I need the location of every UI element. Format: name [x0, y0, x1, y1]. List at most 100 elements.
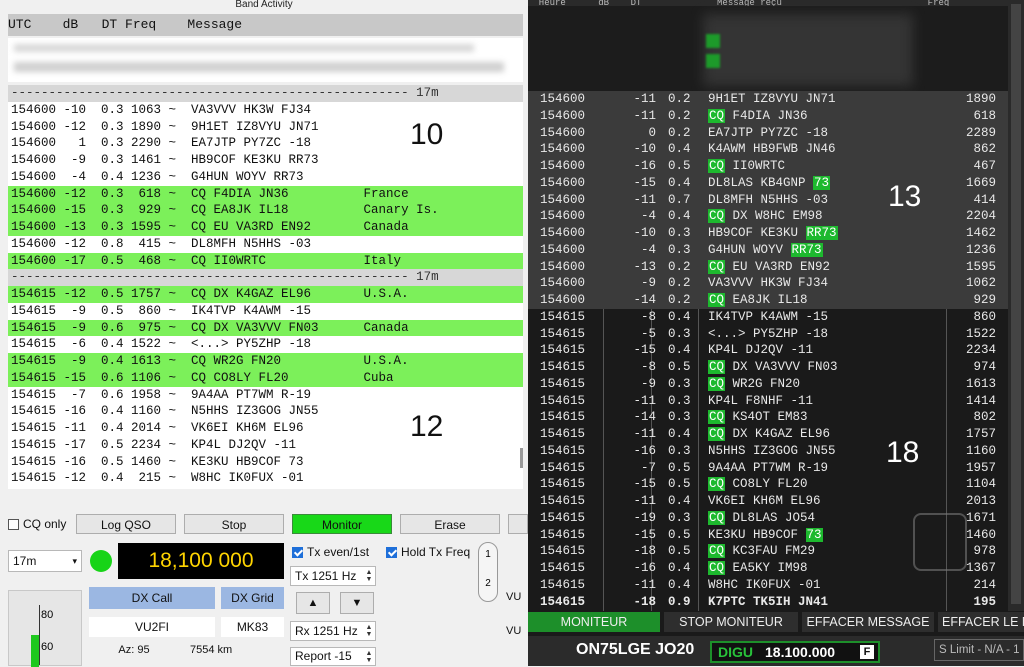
tx-even-checkbox[interactable]: Tx even/1st	[292, 545, 369, 559]
meter-label-60: 60	[41, 641, 54, 653]
band-activity-list[interactable]: ----------------------------------------…	[8, 85, 523, 489]
decoded-row[interactable]: 154600 0 0.2 EA7JTP PY7ZC -18 2289	[528, 124, 1008, 142]
decoded-row[interactable]: 154615 -11 0.4 CQ DX K4GAZ EL96 1757	[528, 426, 1008, 443]
decoded-row[interactable]: 154600 -10 0.4 K4AWM HB9FWB JN46 862	[528, 141, 1008, 158]
row-time: 154600	[540, 259, 586, 274]
monitor-button[interactable]: Monitor	[292, 514, 392, 534]
decoded-row[interactable]: 154615 -5 0.3 <...> PY5ZHP -18 1522	[528, 326, 1008, 343]
decoded-row[interactable]: 154615 -16 0.3 N5HHS IZ3GOG JN55 1160	[528, 443, 1008, 460]
monitor-tab[interactable]: MONITEUR	[528, 612, 660, 632]
message-text: W8HC IK0FUX -01	[708, 577, 821, 592]
decoded-row[interactable]: 154615 -8 0.4 IK4TVP K4AWM -15 860	[528, 309, 1008, 326]
message-row[interactable]: 154615 -17 0.5 2234 ~ KP4L DJ2QV -11	[8, 437, 523, 454]
decoded-row[interactable]: 154600 -11 0.2 9H1ET IZ8VYU JN71 1890	[528, 91, 1008, 108]
decoded-row[interactable]: 154600 -4 0.3 G4HUN WOYV RR73 1236	[528, 241, 1008, 259]
erase-button[interactable]: Erase	[400, 514, 500, 534]
row-dt: 0.2	[668, 293, 691, 307]
decoded-row[interactable]: 154600 -16 0.5 CQ II0WRTC 467	[528, 158, 1008, 175]
decoded-row[interactable]: 154615 -18 0.9 K7PTC TK5IH JN41 195	[528, 594, 1008, 611]
cq-only-checkbox[interactable]: CQ only	[8, 517, 66, 531]
message-row[interactable]: 154615 -9 0.4 1613 ~ CQ WR2G FN20 U.S.A.	[8, 353, 523, 370]
row-message: CQ EA5KY IM98	[708, 560, 808, 577]
decoded-row[interactable]: 154615 -9 0.3 CQ WR2G FN20 1613	[528, 376, 1008, 393]
rx-frequency-spinbox[interactable]: Rx 1251 Hz ▲ ▼	[290, 621, 376, 641]
s-limit-field[interactable]: S Limit - N/A - 1	[934, 639, 1024, 661]
more-button[interactable]	[508, 514, 528, 534]
row-time: 154615	[540, 376, 586, 391]
filter-icon[interactable]: F	[860, 645, 874, 659]
message-row[interactable]: 154600 -10 0.3 1063 ~ VA3VVV HK3W FJ34	[8, 102, 523, 119]
decoded-row[interactable]: 154600 -14 0.2 CQ EA8JK IL18 929	[528, 292, 1008, 309]
decoded-row[interactable]: 154615 -15 0.4 KP4L DJ2QV -11 2234	[528, 342, 1008, 359]
message-row[interactable]: 154600 -4 0.4 1236 ~ G4HUN WOYV RR73	[8, 169, 523, 186]
decoded-row[interactable]: 154600 -13 0.2 CQ EU VA3RD EN92 1595	[528, 258, 1008, 276]
message-row[interactable]: 154615 -16 0.4 1160 ~ N5HHS IZ3GOG JN55	[8, 403, 523, 420]
down-arrow-button[interactable]: ▼	[340, 592, 374, 614]
decoded-row[interactable]: 154615 -15 0.5 CQ CO8LY FL20 1104	[528, 476, 1008, 493]
spin-arrows-icon[interactable]: ▲ ▼	[364, 624, 374, 638]
band-select[interactable]: 17m ▾	[8, 550, 82, 572]
erase-all-tab[interactable]: EFFACER LE M	[938, 612, 1024, 632]
decoded-row[interactable]: 154600 -11 0.7 DL8MFH N5HHS -03 414	[528, 191, 1008, 209]
spin-arrows-icon[interactable]: ▲ ▼	[364, 650, 374, 664]
message-row[interactable]: 154615 -7 0.6 1958 ~ 9A4AA PT7WM R-19	[8, 387, 523, 404]
tab-2[interactable]: 2	[479, 578, 497, 589]
message-row[interactable]: 154615 -6 0.4 1522 ~ <...> PY5ZHP -18	[8, 336, 523, 353]
decoded-row[interactable]: 154615 -8 0.5 CQ DX VA3VVV FN03 974	[528, 359, 1008, 376]
tab-1[interactable]: 1	[479, 549, 497, 560]
hold-tx-freq-checkbox[interactable]: Hold Tx Freq	[386, 545, 470, 559]
message-row[interactable]: 154600 -13 0.3 1595 ~ CQ EU VA3RD EN92 C…	[8, 219, 523, 236]
stop-monitor-tab[interactable]: STOP MONITEUR	[664, 612, 798, 632]
tx-frequency-spinbox[interactable]: Tx 1251 Hz ▲ ▼	[290, 566, 376, 586]
message-text: CO8LY FL20	[725, 477, 808, 492]
message-row[interactable]: 154615 -12 0.5 1757 ~ CQ DX K4GAZ EL96 U…	[8, 286, 523, 303]
message-row[interactable]: 154615 -9 0.6 975 ~ CQ DX VA3VVV FN03 Ca…	[8, 319, 523, 337]
row-db: -15	[633, 477, 656, 492]
stop-button[interactable]: Stop	[184, 514, 284, 534]
log-qso-button[interactable]: Log QSO	[76, 514, 176, 534]
checkbox-checked-icon	[386, 546, 397, 558]
message-row[interactable]: 154615 -16 0.5 1460 ~ KE3KU HB9COF 73	[8, 454, 523, 471]
row-message: CQ DX W8HC EM98	[708, 208, 823, 225]
decoded-row[interactable]: 154600 -10 0.3 HB9COF KE3KU RR73 1462	[528, 225, 1008, 242]
decoded-row[interactable]: 154615 -11 0.3 KP4L F8NHF -11 1414	[528, 393, 1008, 410]
message-row[interactable]: 154600 1 0.3 2290 ~ EA7JTP PY7ZC -18	[8, 135, 523, 152]
highlight-tag: RR73	[790, 242, 823, 257]
scrollbar[interactable]	[520, 448, 523, 468]
annotation-13: 13	[888, 180, 922, 213]
decoded-row[interactable]: 154615 -11 0.4 W8HC IK0FUX -01 214	[528, 577, 1008, 594]
message-row[interactable]: 154615 -11 0.4 2014 ~ VK6EI KH6M EL96	[8, 420, 523, 437]
decoded-row[interactable]: 154600 -4 0.4 CQ DX W8HC EM98 2204	[528, 208, 1008, 225]
message-row[interactable]: 154600 -15 0.3 929 ~ CQ EA8JK IL18 Canar…	[8, 202, 523, 219]
tab-pill[interactable]: 1 2	[478, 542, 498, 602]
row-message: CQ CO8LY FL20	[708, 476, 808, 493]
scrollbar-thumb[interactable]	[1011, 4, 1021, 604]
row-time: 154600	[540, 276, 586, 291]
message-row[interactable]: 154600 -12 0.8 415 ~ DL8MFH N5HHS -03	[8, 236, 523, 253]
report-spinbox[interactable]: Report -15 ▲ ▼	[290, 647, 376, 666]
dx-call-field[interactable]: VU2FI	[89, 617, 215, 637]
decoded-row[interactable]: 154600 -15 0.4 DL8LAS KB4GNP 73 1669	[528, 174, 1008, 192]
scrollbar[interactable]	[1008, 0, 1024, 611]
message-text: DL8MFH N5HHS -03	[708, 192, 829, 207]
spin-arrows-icon[interactable]: ▲ ▼	[364, 569, 374, 583]
message-row[interactable]: 154615 -15 0.6 1106 ~ CQ CO8LY FL20 Cuba	[8, 369, 523, 387]
decoded-row[interactable]: 154600 -11 0.2 CQ F4DIA JN36 618	[528, 107, 1008, 125]
up-arrow-button[interactable]: ▲	[296, 592, 330, 614]
row-db: -11	[633, 108, 656, 123]
message-row[interactable]: 154615 -9 0.5 860 ~ IK4TVP K4AWM -15	[8, 303, 523, 320]
message-row[interactable]: 154615 -12 0.4 215 ~ W8HC IK0FUX -01	[8, 470, 523, 487]
decoded-row[interactable]: 154615 -7 0.5 9A4AA PT7WM R-19 1957	[528, 460, 1008, 477]
decoded-row[interactable]: 154600 -9 0.2 VA3VVV HK3W FJ34 1062	[528, 275, 1008, 292]
decoded-row[interactable]: 154615 -14 0.3 CQ KS4OT EM83 802	[528, 409, 1008, 426]
message-row[interactable]: 154600 -12 0.3 618 ~ CQ F4DIA JN36 Franc…	[8, 185, 523, 203]
highlight-tag: 73	[813, 175, 831, 190]
message-row[interactable]: 154600 -9 0.3 1461 ~ HB9COF KE3KU RR73	[8, 152, 523, 169]
row-time: 154615	[540, 527, 586, 542]
dx-grid-field[interactable]: MK83	[221, 617, 284, 637]
decoded-row[interactable]: 154615 -11 0.4 VK6EI KH6M EL96 2013	[528, 493, 1008, 510]
message-row[interactable]: 154600 -17 0.5 468 ~ CQ II0WRTC Italy	[8, 252, 523, 270]
row-freq: 1522	[965, 326, 996, 341]
message-row[interactable]: 154600 -12 0.3 1890 ~ 9H1ET IZ8VYU JN71	[8, 119, 523, 136]
erase-message-tab[interactable]: EFFACER MESSAGE	[802, 612, 934, 632]
